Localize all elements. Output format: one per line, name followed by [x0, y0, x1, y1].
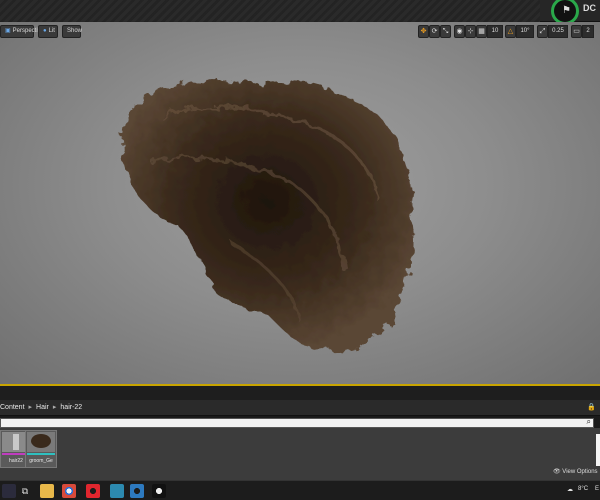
- content-browser-toolbar: [0, 386, 600, 400]
- perspective-button[interactable]: ▣ Perspective: [0, 25, 44, 38]
- breadcrumb-separator: ▸: [52, 404, 57, 411]
- title-bar-hatch: [0, 0, 540, 22]
- rotation-snap-icon[interactable]: △: [505, 25, 516, 38]
- hair-thumbnail-icon: [31, 434, 51, 448]
- asset-thumbnail: [27, 432, 55, 452]
- unreal-engine-icon[interactable]: [152, 484, 166, 498]
- level-viewport[interactable]: ▣ Perspective ● Lit Show ✥ ⟳ ⤡ ◉ ⊹ ▦ 10 △ …: [0, 22, 600, 386]
- grid-snap-icon[interactable]: ▦: [476, 25, 487, 38]
- opera-icon[interactable]: [86, 484, 100, 498]
- lit-sphere-icon: ●: [43, 28, 47, 34]
- flag-icon: ⚑: [562, 5, 571, 16]
- surface-snap-icon[interactable]: ⊹: [465, 25, 476, 38]
- task-view-icon[interactable]: ⧉: [18, 484, 32, 498]
- eye-icon: 👁: [553, 469, 561, 475]
- breadcrumb-hair[interactable]: Hair: [36, 404, 49, 411]
- scale-snap-icon[interactable]: ⤢: [537, 25, 548, 38]
- scale-tool-icon[interactable]: ⤡: [440, 25, 451, 38]
- breadcrumb-hair-22[interactable]: hair-22: [60, 404, 82, 411]
- hair-groom-mesh: [121, 79, 414, 351]
- weather-icon: ☁: [567, 487, 573, 493]
- grid-snap-value[interactable]: 10: [487, 25, 503, 38]
- world-space-icon[interactable]: ◉: [454, 25, 465, 38]
- view-options-button[interactable]: 👁 View Options: [553, 468, 598, 475]
- camera-speed-value[interactable]: 2: [582, 25, 594, 38]
- lock-icon[interactable]: 🔒: [587, 400, 596, 416]
- rotation-snap-value[interactable]: 10°: [516, 25, 534, 38]
- editor-top-bar: ⚑ DC: [0, 0, 600, 25]
- file-explorer-icon[interactable]: [40, 484, 54, 498]
- show-label: Show: [67, 28, 83, 34]
- app-c-icon[interactable]: [130, 484, 144, 498]
- start-icon[interactable]: [2, 484, 16, 498]
- rotate-tool-icon[interactable]: ⟳: [429, 25, 440, 38]
- scale-snap-value[interactable]: 0.25: [548, 25, 568, 38]
- show-button[interactable]: Show: [62, 25, 83, 38]
- weather-temp: 8°C: [578, 486, 589, 492]
- asset-grid: hair22 groom_Ge 👁 View Options: [0, 428, 600, 480]
- asset-search-input[interactable]: ⌕: [0, 417, 594, 428]
- view-options-label: View Options: [562, 469, 598, 475]
- top-right-label: DC: [583, 3, 596, 13]
- search-icon: ⌕: [586, 417, 591, 426]
- asset-tile-groom[interactable]: groom_Ge: [25, 430, 57, 468]
- asset-type-stripe: [27, 453, 55, 455]
- lit-button[interactable]: ● Lit: [38, 25, 58, 38]
- perspective-icon: ▣: [5, 28, 11, 34]
- chrome-icon[interactable]: [62, 484, 76, 498]
- os-taskbar: ⧉ ☁ 8°C E: [0, 480, 600, 500]
- details-panel-edge: [596, 434, 600, 466]
- breadcrumb-separator: ▸: [28, 404, 33, 411]
- breadcrumb-content[interactable]: Content: [0, 404, 25, 411]
- lit-label: Lit: [48, 28, 55, 34]
- camera-speed-icon[interactable]: ▭: [571, 25, 582, 38]
- breadcrumb: Content ▸ Hair ▸ hair-22 🔒: [0, 400, 600, 416]
- language-indicator[interactable]: E: [595, 486, 599, 492]
- app-m-icon[interactable]: [110, 484, 124, 498]
- asset-label: groom_Ge: [29, 458, 53, 464]
- translate-tool-icon[interactable]: ✥: [418, 25, 429, 38]
